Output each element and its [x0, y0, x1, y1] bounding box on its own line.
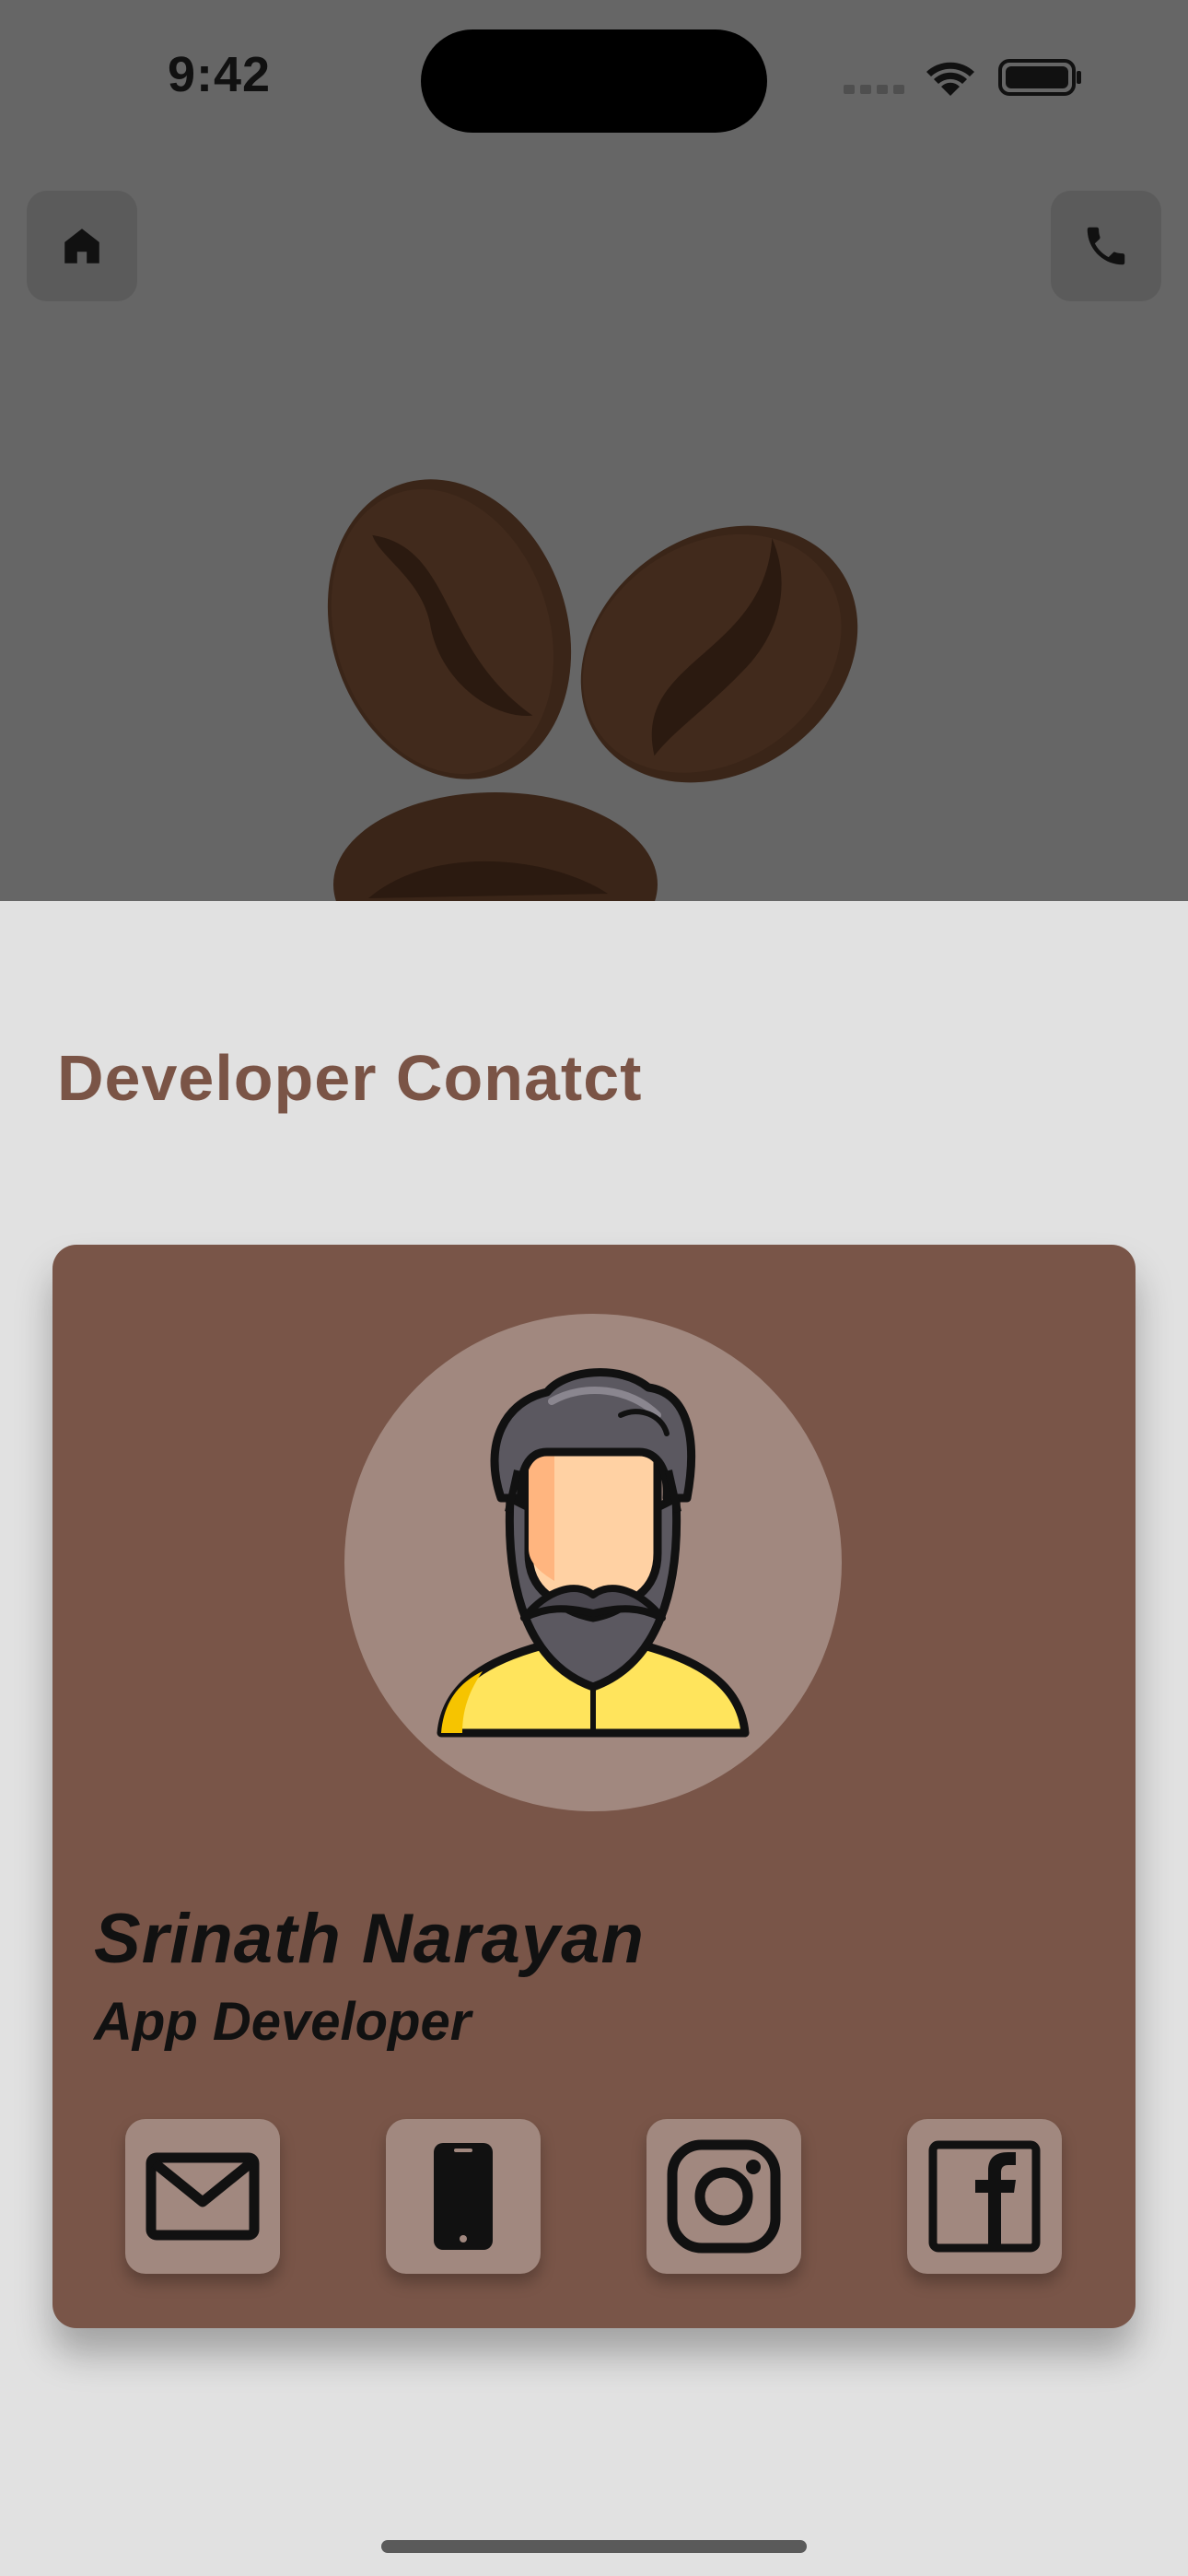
- developer-role: App Developer: [94, 1992, 472, 2052]
- developer-name: Srinath Narayan: [94, 1900, 645, 1978]
- mail-icon: [146, 2152, 260, 2241]
- bearded-man-avatar-icon: [437, 1368, 750, 1738]
- instagram-button[interactable]: [646, 2119, 801, 2274]
- mobile-button[interactable]: [386, 2119, 541, 2274]
- facebook-button[interactable]: [907, 2119, 1062, 2274]
- developer-card: Srinath Narayan App Developer: [52, 1245, 1136, 2328]
- instagram-icon: [667, 2139, 781, 2254]
- cellular-signal-icon: [844, 85, 904, 94]
- email-button[interactable]: [125, 2119, 280, 2274]
- home-button[interactable]: [27, 191, 137, 301]
- phone-icon: [1087, 227, 1125, 265]
- status-icons: [844, 59, 1081, 96]
- home-indicator[interactable]: [381, 2540, 807, 2553]
- avatar: [344, 1314, 842, 1811]
- facebook-icon: [928, 2140, 1041, 2253]
- status-time: 9:42: [168, 47, 272, 102]
- call-button[interactable]: [1051, 191, 1161, 301]
- coffee-beans-illustration: [327, 479, 858, 901]
- hero-banner: 9:42: [0, 0, 1188, 901]
- mobile-phone-icon: [434, 2143, 493, 2250]
- home-icon: [64, 228, 99, 263]
- battery-icon: [998, 59, 1081, 96]
- dynamic-island: [421, 29, 767, 133]
- page-title: Developer Conatct: [57, 1042, 643, 1114]
- wifi-icon: [926, 62, 974, 96]
